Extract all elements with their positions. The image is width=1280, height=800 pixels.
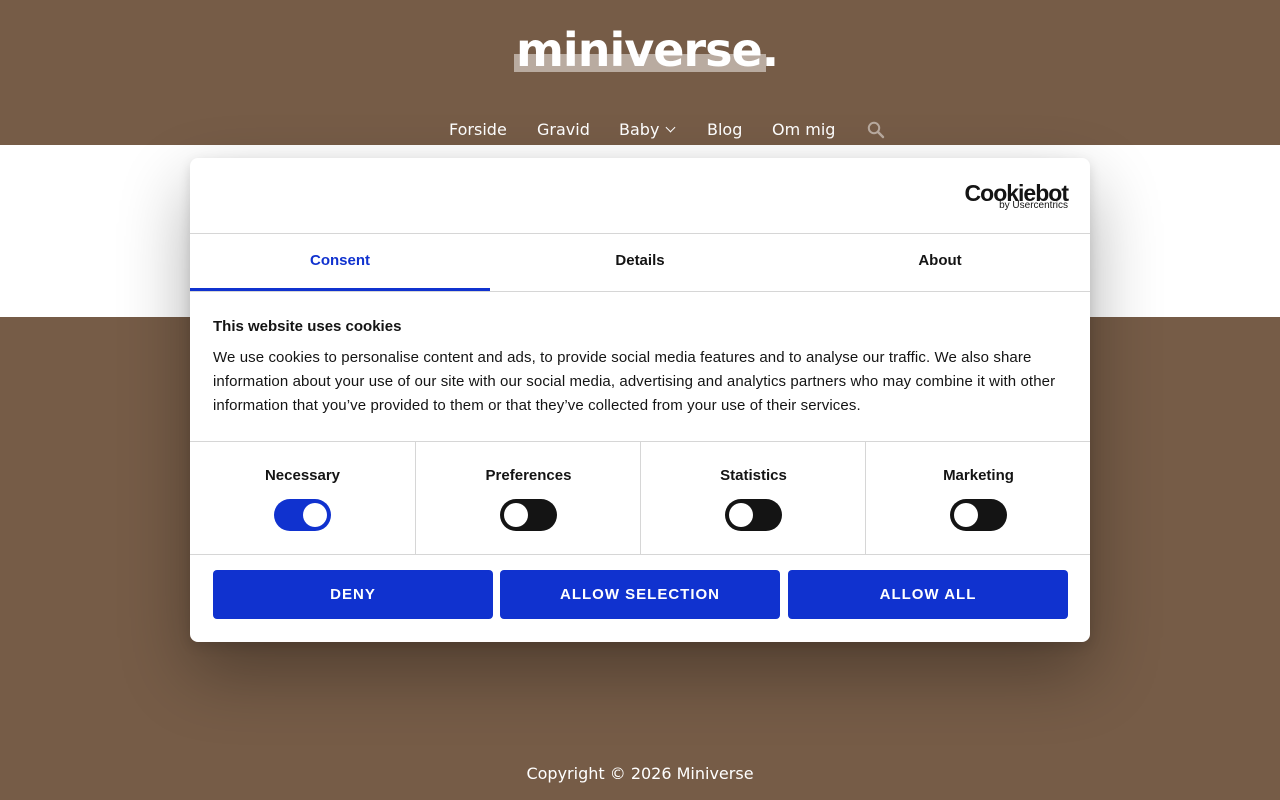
cookie-category-toggles: Necessary Preferences Statistics Marketi… bbox=[190, 441, 1090, 555]
allow-all-button[interactable]: ALLOW ALL bbox=[788, 570, 1068, 619]
cookiebot-logo-sub: by Usercentrics bbox=[999, 200, 1068, 211]
cookie-dialog-header: Cookiebot by Usercentrics bbox=[190, 158, 1090, 234]
nav-item-baby[interactable]: Baby bbox=[619, 116, 676, 144]
category-label: Preferences bbox=[485, 467, 572, 484]
tab-about[interactable]: About bbox=[790, 234, 1090, 291]
chevron-down-icon bbox=[665, 122, 676, 133]
toggle-knob bbox=[504, 503, 528, 527]
cookiebot-logo[interactable]: Cookiebot by Usercentrics bbox=[964, 180, 1069, 212]
main-nav: Forside Gravid Baby Blog Om mig bbox=[0, 116, 1280, 144]
logo-text: miniverse. bbox=[516, 23, 779, 77]
footer-copyright: Copyright © 2026 Miniverse bbox=[526, 764, 754, 783]
nav-item-gravid[interactable]: Gravid bbox=[537, 116, 590, 144]
category-necessary: Necessary bbox=[190, 442, 415, 554]
cookie-description: We use cookies to personalise content an… bbox=[213, 349, 1056, 414]
nav-item-om-mig[interactable]: Om mig bbox=[772, 116, 835, 144]
category-preferences: Preferences bbox=[415, 442, 640, 554]
cookie-tabs: Consent Details About bbox=[190, 234, 1090, 292]
toggle-knob bbox=[303, 503, 327, 527]
nav-item-blog[interactable]: Blog bbox=[707, 116, 742, 144]
category-label: Necessary bbox=[264, 467, 341, 484]
site-header: miniverse. Forside Gravid Baby Blog Om m… bbox=[0, 0, 1280, 145]
toggle-knob bbox=[954, 503, 978, 527]
category-statistics: Statistics bbox=[640, 442, 865, 554]
marketing-toggle[interactable] bbox=[950, 499, 1007, 531]
allow-selection-button[interactable]: ALLOW SELECTION bbox=[500, 570, 780, 619]
category-label: Marketing bbox=[943, 467, 1014, 484]
statistics-toggle[interactable] bbox=[725, 499, 782, 531]
cookie-consent-dialog: Cookiebot by Usercentrics Consent Detail… bbox=[190, 158, 1090, 642]
category-marketing: Marketing bbox=[865, 442, 1090, 554]
necessary-toggle[interactable] bbox=[274, 499, 331, 531]
site-logo[interactable]: miniverse. bbox=[514, 24, 779, 76]
preferences-toggle[interactable] bbox=[500, 499, 557, 531]
category-label: Statistics bbox=[720, 467, 787, 484]
tab-details[interactable]: Details bbox=[490, 234, 790, 291]
deny-button[interactable]: DENY bbox=[213, 570, 493, 619]
cookie-title: This website uses cookies bbox=[213, 318, 402, 335]
search-icon[interactable] bbox=[866, 120, 886, 140]
tab-consent[interactable]: Consent bbox=[190, 234, 490, 291]
nav-item-forside[interactable]: Forside bbox=[449, 116, 507, 144]
nav-item-baby-label: Baby bbox=[619, 120, 660, 139]
toggle-knob bbox=[729, 503, 753, 527]
